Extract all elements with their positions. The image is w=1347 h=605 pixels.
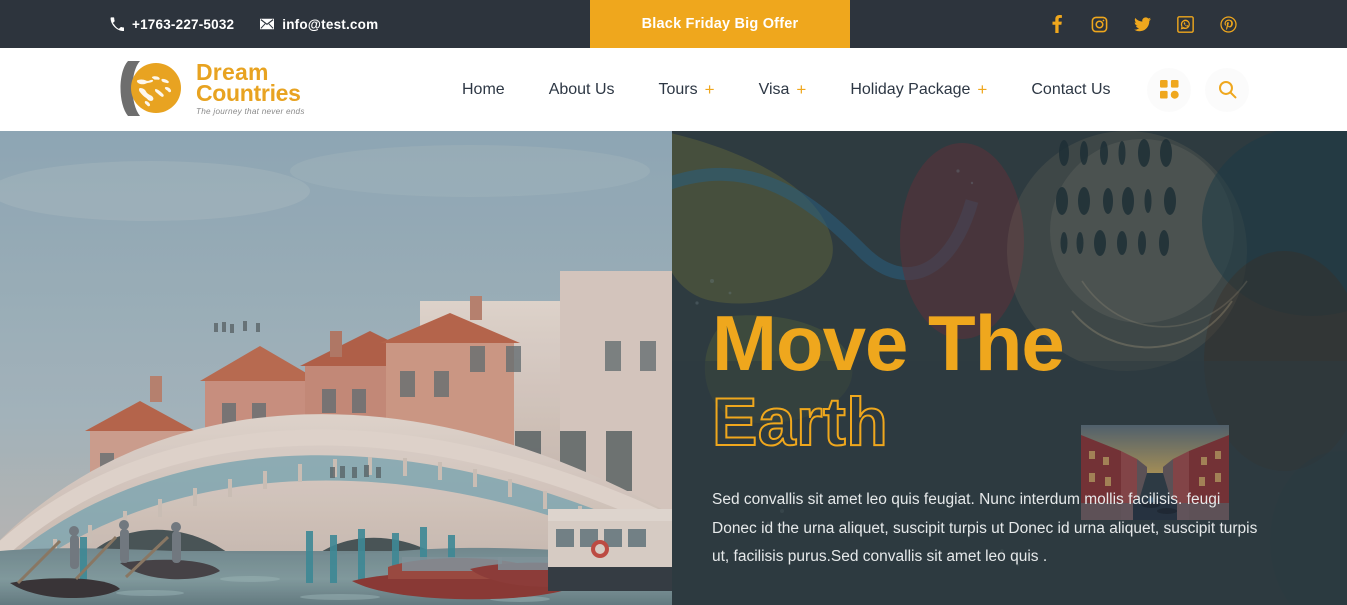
phone-contact[interactable]: +1763-227-5032 (110, 17, 234, 32)
nav-item-contact-us[interactable]: Contact Us (1009, 81, 1132, 99)
nav-item-tours[interactable]: Tours + (637, 81, 737, 99)
hero-title-line-2: Earth (711, 384, 889, 461)
instagram-icon[interactable] (1091, 16, 1108, 33)
phone-icon (110, 17, 124, 31)
hero-paragraph: Sed convallis sit amet leo quis feugiat.… (712, 491, 1258, 566)
pinterest-icon[interactable] (1220, 15, 1237, 33)
logo[interactable]: Dream Countries The journey that never e… (120, 55, 320, 123)
hero-title-line-1: Move The (712, 299, 1065, 387)
nav-item-home[interactable]: Home (440, 81, 527, 99)
email-address: info@test.com (282, 16, 379, 32)
site-header: Dream Countries The journey that never e… (0, 48, 1347, 131)
search-icon (1218, 80, 1237, 99)
logo-wordmark: Dream Countries The journey that never e… (196, 61, 305, 116)
nav-label: Tours (658, 80, 698, 98)
whatsapp-icon[interactable] (1177, 15, 1194, 33)
twitter-icon[interactable] (1134, 16, 1151, 33)
nav-label: Holiday Package (850, 80, 971, 98)
nav-label: Contact Us (1031, 80, 1111, 98)
offer-label: Black Friday Big Offer (641, 16, 799, 32)
main-navigation: Home About Us Tours + Visa + Holiday Pac… (440, 48, 1133, 131)
grid-apps-button[interactable] (1147, 67, 1191, 112)
nav-label: About Us (548, 80, 615, 98)
envelope-icon (260, 17, 275, 31)
nav-label: Visa (758, 80, 790, 98)
hero-text-block: Move The Earth Sed convallis sit amet le… (672, 131, 1347, 572)
nav-label: Home (462, 80, 505, 98)
logo-tagline: The journey that never ends (196, 107, 305, 117)
header-action-buttons (1147, 48, 1249, 131)
nav-item-about-us[interactable]: About Us (527, 81, 637, 99)
facebook-icon[interactable] (1048, 15, 1065, 33)
plus-icon: + (977, 80, 988, 99)
logo-globe-icon (120, 58, 192, 120)
plus-icon: + (796, 80, 807, 99)
logo-line-2: Countries (196, 80, 301, 107)
hero-section: Move The Earth Sed convallis sit amet le… (0, 131, 1347, 605)
top-bar-contact-group: +1763-227-5032 info@test.com (0, 17, 378, 32)
hero-content-panel: Move The Earth Sed convallis sit amet le… (672, 131, 1347, 605)
hero-photo-venice-rialto (0, 131, 672, 605)
email-contact[interactable]: info@test.com (260, 17, 378, 32)
nav-item-visa[interactable]: Visa + (737, 81, 829, 99)
plus-icon: + (704, 80, 715, 99)
phone-number: +1763-227-5032 (132, 16, 235, 32)
top-bar: +1763-227-5032 info@test.com Black Frida… (0, 0, 1347, 48)
search-button[interactable] (1205, 67, 1249, 112)
black-friday-offer-banner[interactable]: Black Friday Big Offer (590, 0, 850, 48)
nav-item-holiday-package[interactable]: Holiday Package + (828, 81, 1009, 99)
grid-apps-icon (1159, 80, 1179, 99)
social-links (1048, 0, 1237, 48)
